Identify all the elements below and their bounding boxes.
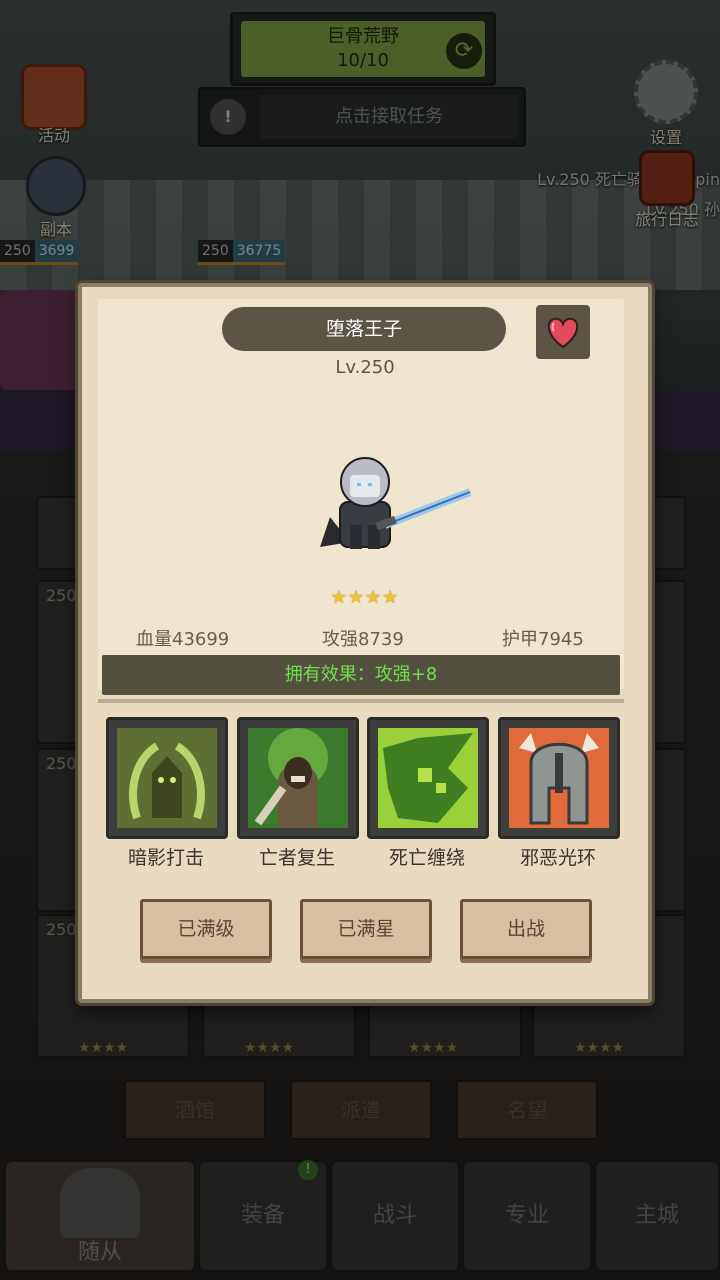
hero-portrait — [320, 457, 472, 549]
unholy-aura-icon — [509, 728, 609, 828]
heart-icon — [547, 317, 579, 349]
skill-name: 暗影打击 — [127, 847, 204, 869]
hero-detail-modal: 堕落王子 Lv.250 ★★★★ 血量43699 攻强8739 护甲7945 拥… — [78, 283, 652, 1003]
skill-name: 邪恶光环 — [519, 847, 596, 869]
favorite-button[interactable] — [536, 305, 590, 359]
deploy-button[interactable]: 出战 — [460, 899, 592, 959]
hero-stars: ★★★★ — [330, 587, 400, 608]
skill-name: 亡者复生 — [258, 847, 335, 869]
skill-2[interactable]: 亡者复生 — [237, 717, 359, 870]
skill-4[interactable]: 邪恶光环 — [498, 717, 620, 870]
stat-hp: 血量43699 — [136, 629, 230, 650]
death-coil-icon — [378, 728, 478, 828]
divider — [98, 699, 624, 703]
raise-dead-icon — [248, 728, 348, 828]
skill-3[interactable]: 死亡缠绕 — [367, 717, 489, 870]
skill-name: 死亡缠绕 — [388, 847, 465, 869]
owned-effect: 拥有效果：攻强+8 — [102, 655, 620, 695]
hero-name: 堕落王子 — [222, 307, 506, 351]
stat-armor: 护甲7945 — [502, 629, 584, 650]
max-star-button[interactable]: 已满星 — [300, 899, 432, 959]
max-level-button[interactable]: 已满级 — [140, 899, 272, 959]
skill-1[interactable]: 暗影打击 — [106, 717, 228, 870]
hero-level: Lv.250 — [335, 357, 395, 378]
stat-attack: 攻强8739 — [322, 629, 404, 650]
shadow-strike-icon — [117, 728, 217, 828]
